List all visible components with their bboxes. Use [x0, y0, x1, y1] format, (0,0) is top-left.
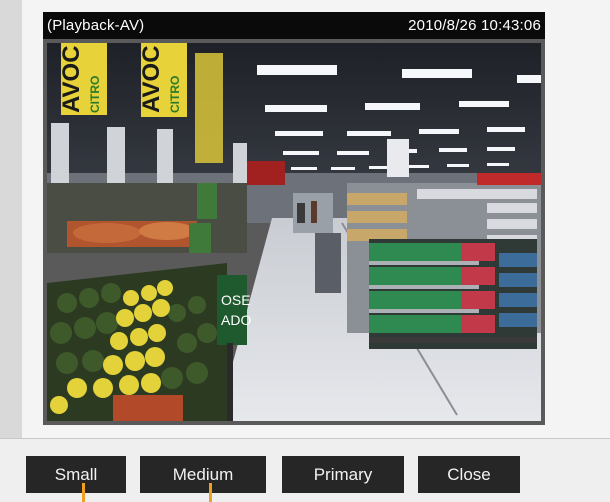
- medium-button[interactable]: Medium: [140, 456, 266, 493]
- playback-mode-label: (Playback-AV): [47, 17, 145, 34]
- banner-text-3: AVOC: [138, 45, 165, 113]
- banner-text-1: AVOC: [58, 45, 85, 113]
- callout-marker-medium: [209, 483, 212, 502]
- button-row: Small Medium Primary Close: [0, 439, 610, 502]
- timestamp-label: 2010/8/26 10:43:06: [408, 17, 541, 34]
- right-shelves: [315, 173, 541, 349]
- left-strip: [0, 0, 22, 438]
- banner-text-2: CITRO: [88, 76, 102, 113]
- primary-button[interactable]: Primary: [282, 456, 404, 493]
- banner-text-4: CITRO: [168, 76, 182, 113]
- close-button[interactable]: Close: [418, 456, 520, 493]
- small-button[interactable]: Small: [26, 456, 126, 493]
- produce-section: OSE ADO: [47, 183, 251, 421]
- playback-page: (Playback-AV) 2010/8/26 10:43:06 AVOC AV…: [0, 0, 610, 502]
- video-frame[interactable]: AVOC AVOC CITRO CITRO OSE ADO: [43, 39, 545, 425]
- callout-marker-small: [82, 483, 85, 502]
- sign-text-2: ADO: [221, 312, 251, 328]
- video-image: AVOC AVOC CITRO CITRO OSE ADO: [47, 43, 541, 421]
- sign-text-1: OSE: [221, 292, 251, 308]
- video-title-bar: (Playback-AV) 2010/8/26 10:43:06: [43, 12, 545, 39]
